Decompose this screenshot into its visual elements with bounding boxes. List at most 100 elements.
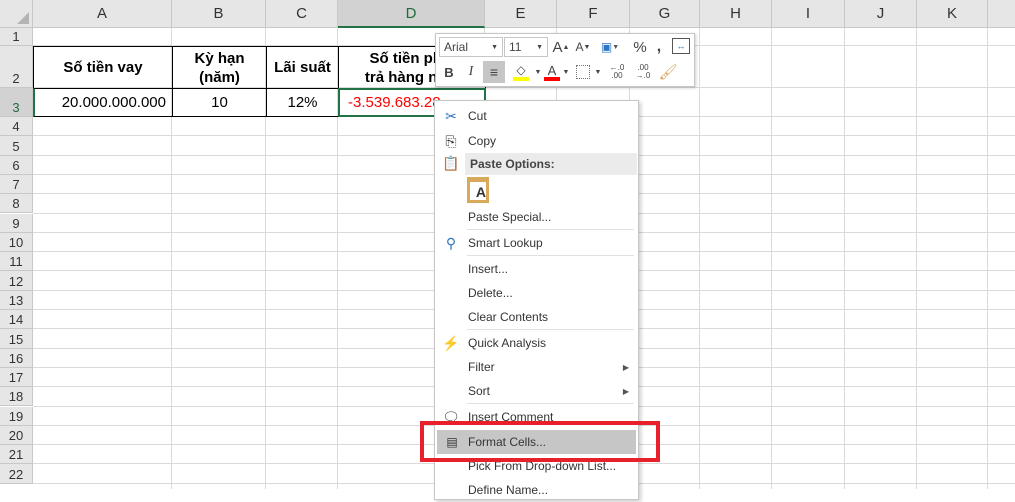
align-center-icon[interactable]: ≡ <box>483 61 505 83</box>
menu-label: Sort <box>468 384 491 398</box>
comma-button[interactable]: , <box>652 37 666 57</box>
paste-options-header: Paste Options: <box>465 153 637 175</box>
column-header-H[interactable]: H <box>700 0 772 28</box>
decrease-decimal-button[interactable]: .00 →.0 <box>632 61 654 83</box>
menu-label: Clear Contents <box>468 310 549 324</box>
menu-label: Filter <box>468 360 495 374</box>
font-color-icon[interactable]: A <box>542 61 562 83</box>
cell-a3[interactable]: 20.000.000.000 <box>33 88 173 117</box>
menu-delete[interactable]: Delete... <box>436 281 637 305</box>
menu-quick-analysis[interactable]: ⚡ Quick Analysis <box>436 331 637 355</box>
row-header-4[interactable]: 4 <box>0 117 33 137</box>
percent-button[interactable]: % <box>632 37 648 57</box>
menu-cut[interactable]: ✂ Cut <box>436 104 637 128</box>
menu-smart-lookup[interactable]: ⚲ Smart Lookup <box>436 231 637 255</box>
column-header-K[interactable]: K <box>917 0 988 28</box>
fill-color-icon[interactable]: ◇ <box>508 61 534 83</box>
row-header-7[interactable]: 7 <box>0 174 33 195</box>
scissors-icon: ✂ <box>445 107 457 124</box>
gridline <box>916 28 917 489</box>
column-header-C[interactable]: C <box>266 0 338 28</box>
increase-decimal-button[interactable]: ←.0 .00 <box>606 61 628 83</box>
column-header-J[interactable]: J <box>845 0 917 28</box>
row-header-13[interactable]: 13 <box>0 290 33 310</box>
font-name-box[interactable]: Arial ▼ <box>439 37 503 57</box>
row-header-1[interactable]: 1 <box>0 28 33 46</box>
separator <box>467 329 634 330</box>
gridline <box>771 28 772 489</box>
cell-c3[interactable]: 12% <box>266 88 339 117</box>
increase-font-icon[interactable]: A ▲ <box>552 37 570 57</box>
gridline <box>844 28 845 489</box>
menu-label: Smart Lookup <box>468 236 543 250</box>
row-header-21[interactable]: 21 <box>0 445 33 465</box>
borders-dropdown-icon[interactable]: ▼ <box>594 61 602 83</box>
column-header-F[interactable]: F <box>557 0 630 28</box>
fill-dropdown-icon[interactable]: ▼ <box>534 61 542 83</box>
menu-sort[interactable]: Sort ▶ <box>436 379 637 403</box>
paste-icon: 📋 <box>442 155 460 171</box>
row-header-10[interactable]: 10 <box>0 232 33 253</box>
separator <box>467 255 634 256</box>
row-header-8[interactable]: 8 <box>0 194 33 214</box>
column-header-A[interactable]: A <box>33 0 172 28</box>
column-header-I[interactable]: I <box>772 0 845 28</box>
highlight-box <box>420 421 660 462</box>
menu-filter[interactable]: Filter ▶ <box>436 355 637 379</box>
borders-icon[interactable] <box>576 65 590 79</box>
column-header-D[interactable]: D <box>338 0 485 28</box>
paste-keep-text-icon[interactable]: A <box>467 177 489 203</box>
font-color-dropdown-icon[interactable]: ▼ <box>562 61 570 83</box>
column-header-G[interactable]: G <box>630 0 700 28</box>
menu-label: Cut <box>468 109 487 123</box>
submenu-arrow-icon: ▶ <box>622 386 629 396</box>
menu-copy[interactable]: ⎘ Copy <box>436 129 637 153</box>
separator <box>467 229 634 230</box>
row-header-5[interactable]: 5 <box>0 136 33 156</box>
row-header-3[interactable]: 3 <box>0 88 33 117</box>
font-name: Arial <box>444 40 469 54</box>
menu-clear-contents[interactable]: Clear Contents <box>436 305 637 329</box>
menu-label: Copy <box>468 134 497 148</box>
row-header-19[interactable]: 19 <box>0 406 33 426</box>
menu-label: Define Name... <box>468 483 549 497</box>
row-header-14[interactable]: 14 <box>0 310 33 330</box>
row-header-20[interactable]: 20 <box>0 425 33 446</box>
menu-label: Insert... <box>468 262 509 276</box>
row-header-18[interactable]: 18 <box>0 387 33 407</box>
menu-insert[interactable]: Insert... <box>436 257 637 281</box>
row-header-17[interactable]: 17 <box>0 367 33 388</box>
copy-icon: ⎘ <box>445 132 457 149</box>
header-term[interactable]: Kỳ hạn (năm) <box>172 46 267 89</box>
menu-define-name[interactable]: Define Name... <box>436 478 637 502</box>
select-all[interactable] <box>0 0 33 28</box>
column-header-next[interactable] <box>988 0 1015 28</box>
header-loan[interactable]: Số tiền vay <box>33 46 173 89</box>
separator <box>467 403 634 404</box>
cell-b3[interactable]: 10 <box>172 88 267 117</box>
column-header-B[interactable]: B <box>172 0 266 28</box>
merge-icon[interactable]: ↔ <box>672 38 690 54</box>
font-size-box[interactable]: 11 ▼ <box>504 37 548 57</box>
row-header-15[interactable]: 15 <box>0 329 33 349</box>
italic-button[interactable]: I <box>462 61 480 83</box>
search-icon: ⚲ <box>445 234 457 251</box>
row-header-11[interactable]: 11 <box>0 252 33 272</box>
bold-button[interactable]: B <box>440 61 458 83</box>
submenu-arrow-icon: ▶ <box>622 362 629 372</box>
gridline <box>699 28 700 489</box>
header-rate[interactable]: Lãi suất <box>266 46 339 89</box>
row-header-16[interactable]: 16 <box>0 348 33 368</box>
menu-paste-special[interactable]: Paste Special... <box>436 205 637 229</box>
row-header-22[interactable]: 22 <box>0 464 33 484</box>
decrease-font-icon[interactable]: A ▼ <box>574 37 592 57</box>
row-header-9[interactable]: 9 <box>0 213 33 233</box>
number-format-icon[interactable]: ▣ ▼ <box>596 37 624 57</box>
row-header-6[interactable]: 6 <box>0 155 33 175</box>
column-header-E[interactable]: E <box>485 0 557 28</box>
format-painter-icon[interactable]: 🖌 <box>658 61 678 83</box>
row-header-2[interactable]: 2 <box>0 46 33 88</box>
row-header-12[interactable]: 12 <box>0 271 33 291</box>
quick-analysis-icon: ⚡ <box>442 334 460 351</box>
menu-label: Quick Analysis <box>468 336 547 350</box>
